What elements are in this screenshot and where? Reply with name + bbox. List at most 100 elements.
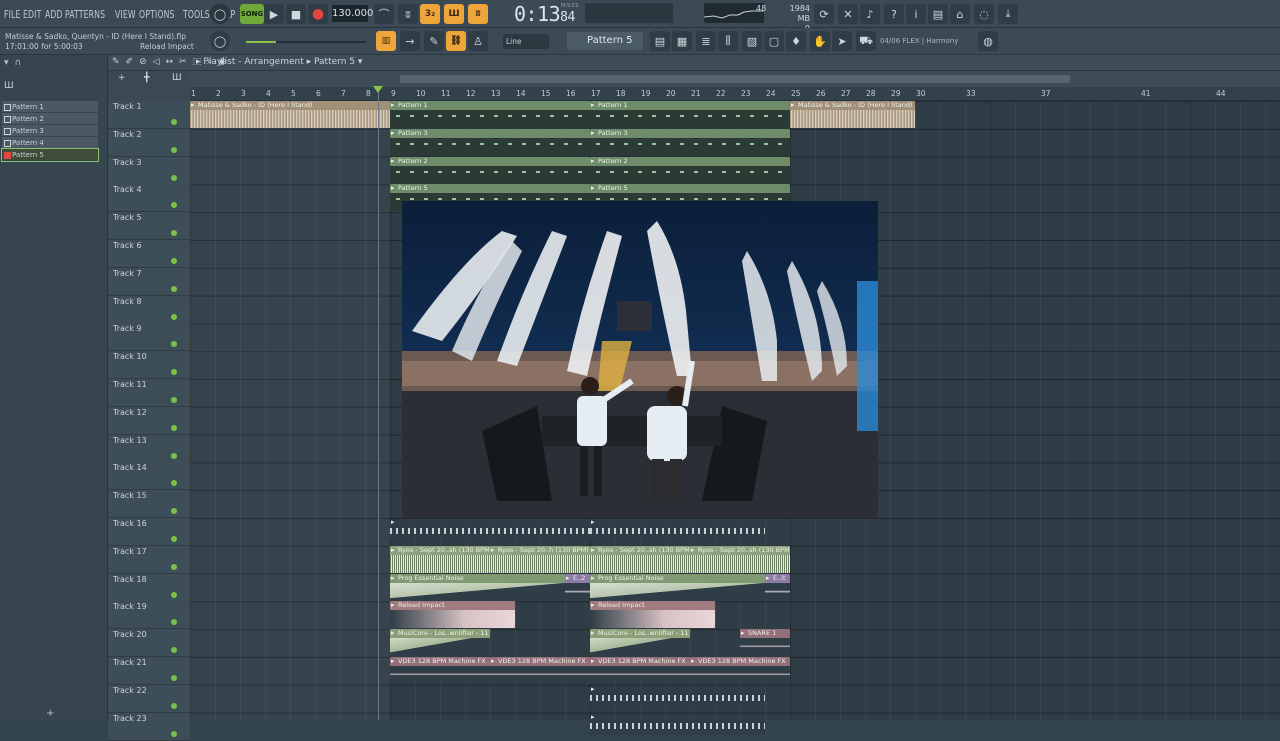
- track-header[interactable]: Track 5: [108, 212, 190, 241]
- playlist-clip[interactable]: MusiCore - Los..wnlifter - 11: [390, 629, 490, 657]
- piano-icon[interactable]: Ш: [172, 73, 182, 83]
- add-track-icon[interactable]: +: [118, 73, 126, 83]
- help-icon[interactable]: ?: [884, 4, 904, 24]
- track-header[interactable]: Track 8: [108, 295, 190, 324]
- pattern-list-item[interactable]: Pattern 2: [2, 113, 98, 125]
- track-header[interactable]: Track 7: [108, 267, 190, 296]
- menu-tools[interactable]: TOOLS: [183, 8, 210, 21]
- menu-edit[interactable]: EDIT: [23, 8, 41, 21]
- add-icon[interactable]: +: [46, 708, 54, 719]
- song-mode-icon[interactable]: SONG: [240, 4, 264, 24]
- playlist-clip[interactable]: Pattern 3: [390, 128, 590, 156]
- playlist-clip[interactable]: Pattern 2: [390, 156, 590, 184]
- track-header[interactable]: Track 15: [108, 490, 190, 519]
- menu-patterns[interactable]: PATTERNS: [65, 8, 105, 21]
- browser-menu-icon[interactable]: ▾: [4, 58, 9, 68]
- track-mute-led-icon[interactable]: [171, 563, 177, 570]
- playlist-clip[interactable]: Matisse & Sadko - ID (Here I Stand): [190, 101, 390, 128]
- track-mute-led-icon[interactable]: [171, 702, 177, 709]
- microphone-icon[interactable]: ♪: [860, 4, 880, 24]
- track-mute-led-icon[interactable]: [171, 119, 177, 125]
- master-pitch-slider[interactable]: [246, 41, 366, 43]
- mute-tool-icon[interactable]: ◁: [153, 57, 160, 67]
- pattern-selector[interactable]: Pattern 5: [567, 32, 643, 50]
- channel-rack-icon[interactable]: ▦: [672, 31, 692, 51]
- playlist-clip[interactable]: Reload Impact: [590, 601, 715, 629]
- plugin-icon[interactable]: ⌂: [950, 4, 970, 24]
- playlist-clip[interactable]: [590, 685, 765, 712]
- track-mute-led-icon[interactable]: [171, 619, 177, 626]
- track-mute-led-icon[interactable]: [171, 452, 177, 459]
- loop-record-icon[interactable]: ʬ: [468, 4, 488, 24]
- playlist-clip[interactable]: Matisse & Sadko - ID (Here I Stand): [790, 101, 915, 128]
- track-mute-led-icon[interactable]: [171, 508, 177, 515]
- track-header[interactable]: Track 13: [108, 434, 190, 463]
- touch-controller-icon[interactable]: ✋: [810, 31, 830, 51]
- pattern-list-item[interactable]: Pattern 5: [1, 148, 99, 162]
- playlist-clip[interactable]: VDE3 128 BPM Machine FX: [590, 657, 690, 684]
- playlist-clip[interactable]: MusiCore - Los..wnlifter - 11: [590, 629, 690, 657]
- track-header[interactable]: Track 20: [108, 629, 190, 658]
- track-header[interactable]: Track 2: [108, 128, 190, 157]
- pencil-tool-icon[interactable]: ✎: [424, 31, 444, 51]
- tempo-display[interactable]: 130.000: [332, 5, 373, 22]
- playlist-clip[interactable]: Ryos - Sept 20..sh (130 BPM): [690, 545, 790, 573]
- delete-tool-icon[interactable]: ⊘: [139, 57, 147, 67]
- countdown-icon[interactable]: 3₂: [420, 4, 440, 24]
- playlist-clip[interactable]: [590, 518, 765, 545]
- download-icon[interactable]: ⤓: [998, 4, 1018, 24]
- master-volume-knob-icon[interactable]: ◯: [210, 4, 230, 24]
- track-header[interactable]: Track 11: [108, 379, 190, 407]
- track-header[interactable]: Track 16: [108, 518, 190, 546]
- browser-icon[interactable]: ▧: [742, 31, 762, 51]
- track-header[interactable]: Track 6: [108, 240, 190, 268]
- track-mute-led-icon[interactable]: [171, 230, 177, 237]
- playlist-clip[interactable]: Pattern 3: [590, 128, 790, 156]
- playlist-clip[interactable]: SNARE 1: [740, 629, 790, 657]
- pitch-knob-icon[interactable]: ◯: [210, 31, 230, 51]
- wait-input-icon[interactable]: ʬ: [398, 4, 418, 24]
- track-mute-led-icon[interactable]: [171, 675, 177, 681]
- track-header[interactable]: Track 21: [108, 657, 190, 685]
- pointer-icon[interactable]: ➤: [832, 31, 852, 51]
- playlist-clip[interactable]: Ryos - Sept 20..sh (130 BPM): [590, 545, 690, 573]
- track-mute-led-icon[interactable]: [171, 591, 177, 598]
- arrow-tool-icon[interactable]: →: [400, 31, 420, 51]
- playlist-clip[interactable]: E..2: [565, 573, 590, 601]
- link-icon[interactable]: ⛓: [446, 31, 466, 51]
- track-mute-led-icon[interactable]: [171, 285, 177, 292]
- track-header[interactable]: Track 18: [108, 573, 190, 602]
- track-header[interactable]: Track 17: [108, 545, 190, 574]
- browser-pattern-icon[interactable]: Ш: [4, 81, 14, 91]
- pattern-list-item[interactable]: Pattern 1: [2, 101, 98, 113]
- track-mute-led-icon[interactable]: [171, 202, 177, 209]
- paint-tool-icon[interactable]: ✐: [126, 57, 134, 67]
- track-mute-led-icon[interactable]: [171, 369, 177, 376]
- save-icon[interactable]: ▤: [928, 4, 948, 24]
- playlist-clip[interactable]: Prog Essential Noise: [590, 573, 765, 601]
- track-header[interactable]: Track 3: [108, 156, 190, 185]
- mixer-icon[interactable]: ≣: [696, 31, 716, 51]
- record-icon[interactable]: ●: [308, 4, 328, 24]
- track-header[interactable]: Track 4: [108, 184, 190, 213]
- track-mute-led-icon[interactable]: [171, 258, 177, 264]
- playlist-clip[interactable]: VDE3 128 BPM Machine FX: [690, 657, 790, 684]
- menu-file[interactable]: FILE: [4, 8, 21, 21]
- pattern-list-item[interactable]: Pattern 4: [2, 137, 98, 149]
- track-mute-led-icon[interactable]: [171, 397, 177, 403]
- track-mute-led-icon[interactable]: [171, 313, 177, 320]
- stop-icon[interactable]: ■: [286, 4, 306, 24]
- playlist-clip[interactable]: Pattern 2: [590, 156, 790, 184]
- track-header[interactable]: Track 10: [108, 351, 190, 380]
- playlist-clip[interactable]: Pattern 1: [390, 101, 590, 128]
- track-header[interactable]: Track 22: [108, 684, 190, 713]
- playlist-icon[interactable]: ▤: [650, 31, 670, 51]
- track-header[interactable]: Track 12: [108, 406, 190, 435]
- menu-view[interactable]: VIEW: [115, 8, 136, 21]
- track-header[interactable]: Track 14: [108, 462, 190, 491]
- info-icon[interactable]: i: [906, 4, 926, 24]
- channel-settings-icon[interactable]: ▢: [764, 31, 784, 51]
- chat-icon[interactable]: ◌: [974, 4, 994, 24]
- metronome-icon[interactable]: ⌒: [374, 4, 394, 24]
- playlist-pattern[interactable]: Pattern 5: [314, 57, 355, 67]
